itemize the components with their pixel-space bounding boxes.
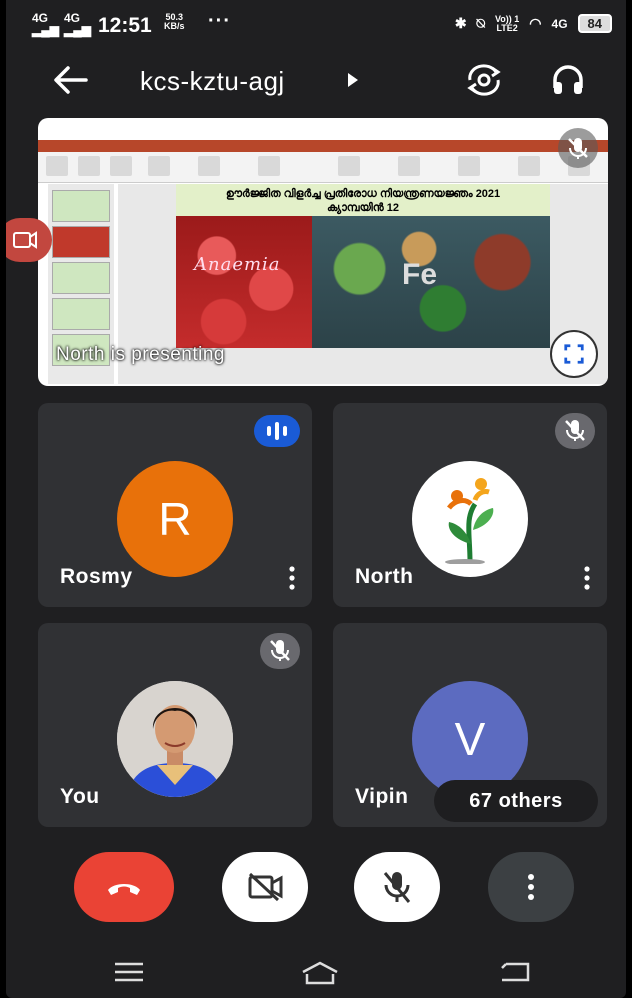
- camera-off-icon: [248, 872, 283, 902]
- mic-toggle-button[interactable]: [354, 852, 440, 922]
- meeting-header: kcs-kztu-agj: [6, 52, 626, 110]
- plant-logo-icon: [445, 478, 494, 564]
- do-not-disturb-icon: ⍉: [476, 15, 485, 31]
- wifi-icon: ◠: [529, 15, 542, 31]
- camera-toggle-button[interactable]: [222, 852, 308, 922]
- speaking-indicator-icon: [254, 415, 300, 447]
- clock: 12:51: [98, 14, 152, 37]
- powerpoint-ribbon: [38, 140, 608, 152]
- headphones-icon[interactable]: [550, 62, 586, 98]
- powerpoint-toolbar: [38, 152, 608, 183]
- profile-photo-icon: [117, 681, 233, 797]
- end-call-button[interactable]: [74, 852, 174, 922]
- participant-name: Vipin: [355, 785, 409, 808]
- bluetooth-icon: ✱: [454, 15, 467, 31]
- presentation-tile[interactable]: ഊർജ്ജിത വിളർച്ച പ്രതിരോധ നിയന്ത്രണയജ്ഞം …: [38, 118, 608, 386]
- mic-muted-icon: [260, 633, 300, 669]
- current-slide: ഊർജ്ജിത വിളർച്ച പ്രതിരോധ നിയന്ത്രണയജ്ഞം …: [176, 184, 550, 348]
- participant-name: North: [355, 565, 414, 588]
- more-vert-icon[interactable]: [581, 565, 593, 591]
- participant-tile-north[interactable]: North: [333, 403, 607, 607]
- recent-apps-icon[interactable]: [114, 962, 144, 982]
- slide-title: ഊർജ്ജിത വിളർച്ച പ്രതിരോധ നിയന്ത്രണയജ്ഞം …: [176, 184, 550, 216]
- avatar: [117, 681, 233, 797]
- more-vert-icon: [528, 874, 534, 900]
- meeting-details-caret-icon[interactable]: [348, 73, 358, 87]
- participant-tile-you[interactable]: You: [38, 623, 312, 827]
- fullscreen-icon[interactable]: [550, 330, 598, 378]
- battery-indicator: 84: [577, 14, 612, 33]
- more-notifications-icon: ···: [208, 10, 231, 32]
- avatar: [412, 461, 528, 577]
- signal-2-icon: 4G ▂▄▆: [64, 11, 91, 37]
- signal-1-icon: 4G ▂▄▆: [32, 11, 59, 37]
- network-speed: 50.3 KB/s: [164, 12, 185, 31]
- others-count-chip[interactable]: 67 others: [434, 780, 598, 822]
- participant-name: You: [60, 785, 100, 808]
- volte-indicator: Vo)) 1 LTE2: [494, 13, 520, 33]
- avatar: R: [117, 461, 233, 577]
- more-options-button[interactable]: [488, 852, 574, 922]
- self-camera-bubble-icon[interactable]: [6, 218, 52, 262]
- back-arrow-icon[interactable]: [52, 64, 88, 96]
- mic-muted-icon: [555, 413, 595, 449]
- home-icon[interactable]: [300, 960, 340, 986]
- switch-camera-icon[interactable]: [464, 62, 504, 98]
- slide-blood-cells-image: Anaemia: [176, 216, 312, 348]
- more-vert-icon[interactable]: [286, 565, 298, 591]
- signal-3-icon: 4G: [551, 16, 568, 31]
- slide-iron-foods-image: Fe: [312, 216, 550, 348]
- participant-tile-rosmy[interactable]: R Rosmy: [38, 403, 312, 607]
- meet-screen: 4G ▂▄▆ 4G ▂▄▆ 12:51 50.3 KB/s ··· ✱ ⍉ Vo)) …: [6, 0, 626, 998]
- back-nav-icon[interactable]: [498, 960, 532, 984]
- hang-up-icon: [108, 884, 140, 895]
- presenter-muted-icon: [558, 128, 598, 168]
- participant-name: Rosmy: [60, 565, 133, 588]
- presenting-caption: North is presenting: [56, 344, 225, 365]
- system-navigation-bar: [6, 942, 626, 998]
- mic-off-icon: [383, 872, 411, 903]
- meeting-code-title[interactable]: kcs-kztu-agj: [140, 66, 285, 97]
- status-bar: 4G ▂▄▆ 4G ▂▄▆ 12:51 50.3 KB/s ··· ✱ ⍉ Vo)) …: [6, 0, 626, 48]
